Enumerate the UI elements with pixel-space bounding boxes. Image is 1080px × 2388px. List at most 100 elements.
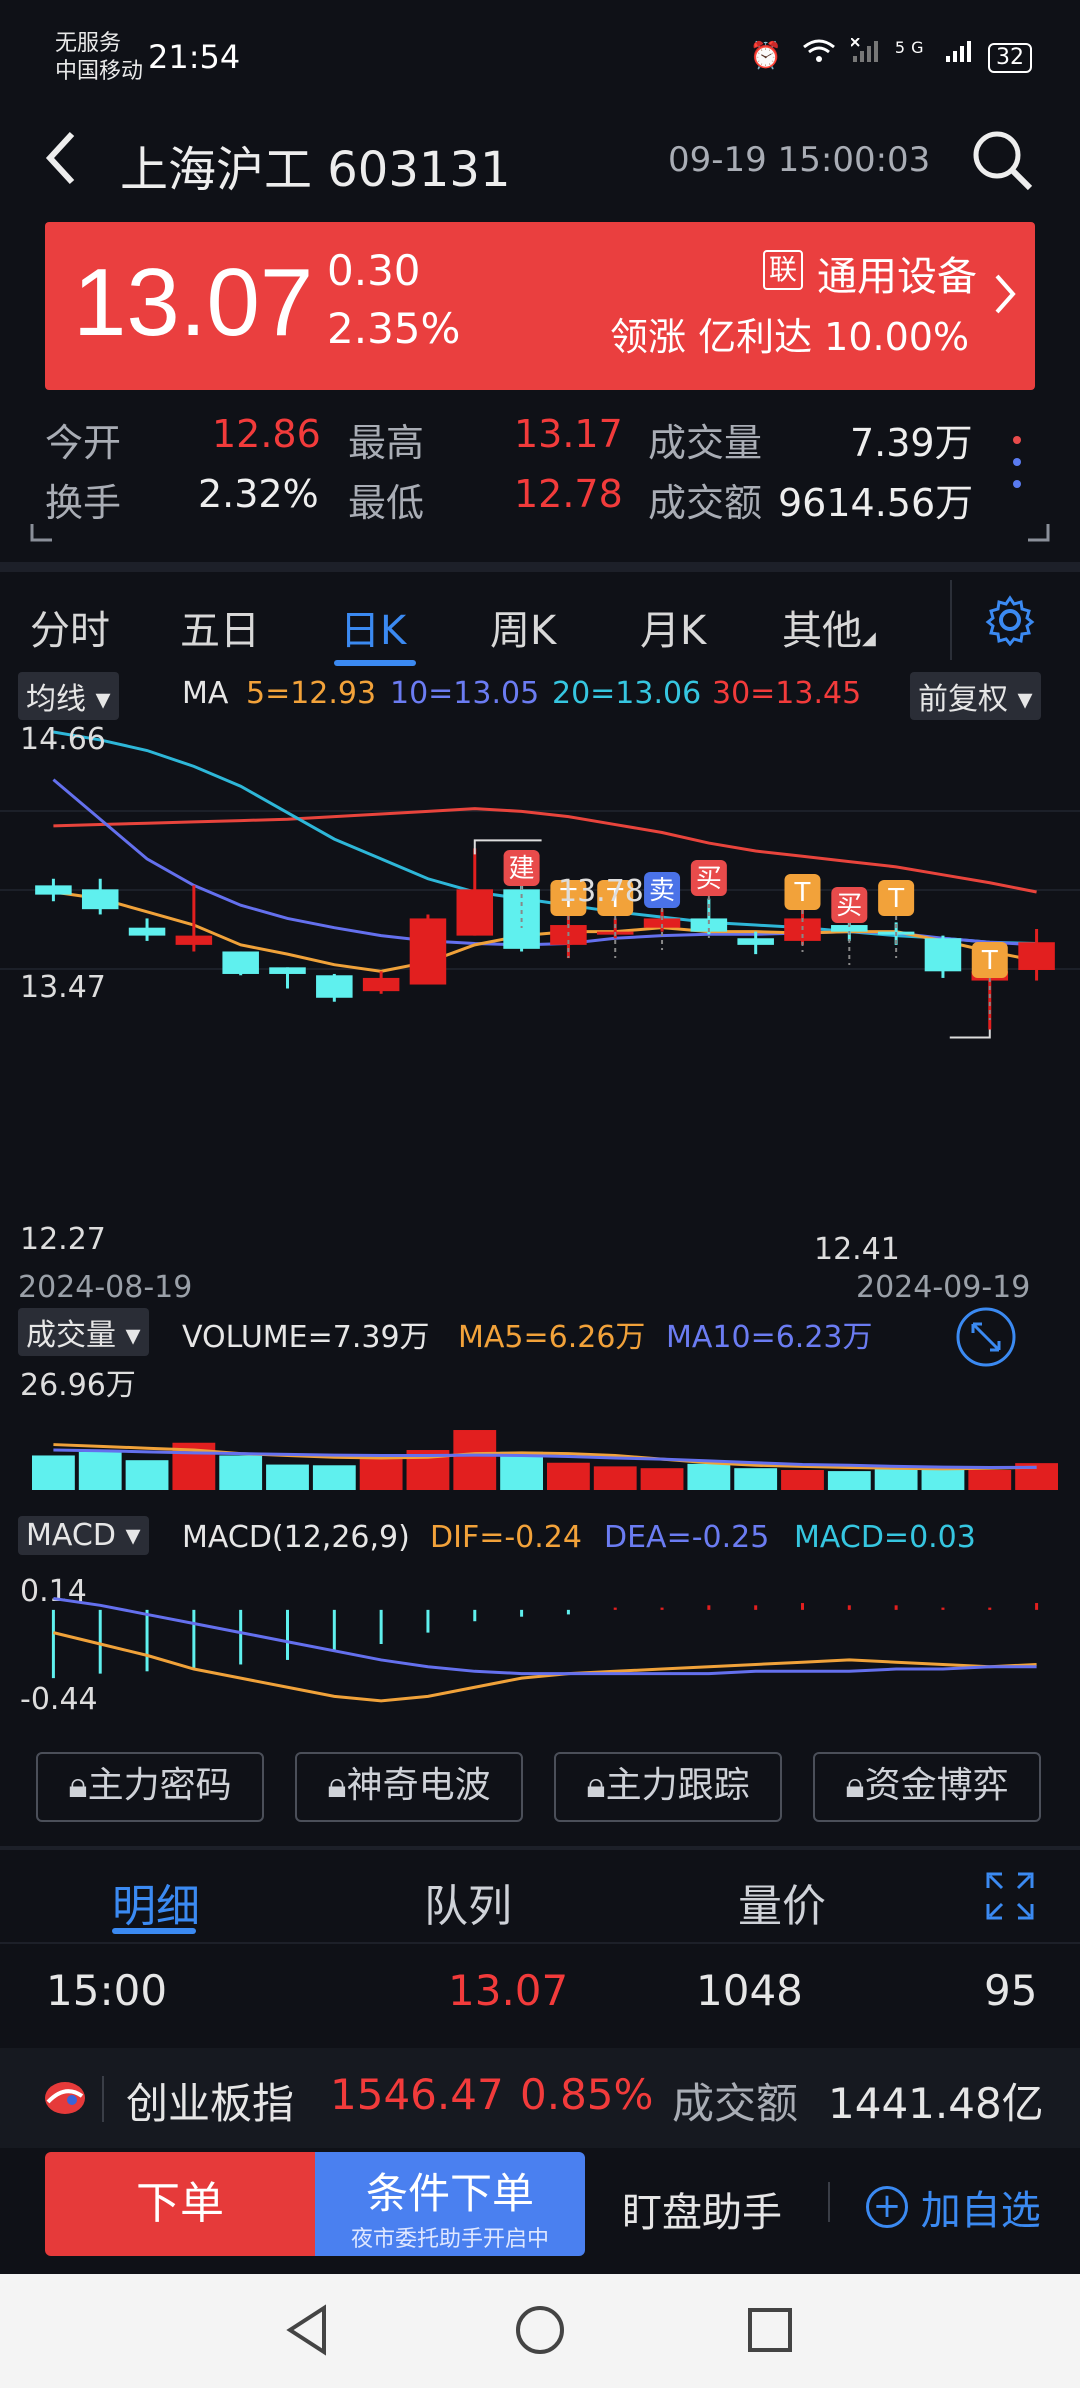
index-name: 创业板指 [126, 2079, 295, 2128]
back-button[interactable] [40, 126, 100, 206]
volume-bar [312, 1465, 356, 1490]
search-button[interactable] [970, 128, 1040, 208]
divider [950, 580, 952, 660]
volume-bar [874, 1468, 918, 1490]
signal-5g-icon: 5G [894, 38, 930, 57]
trough-pointer [949, 1029, 991, 1039]
system-nav-bar [0, 2274, 1080, 2388]
header: 上海沪工 603131 09-19 15:00:03 [0, 120, 1080, 220]
tab-daily-k[interactable]: 日K [340, 598, 406, 656]
clock: 21:54 [148, 38, 241, 76]
tab-intraday[interactable]: 分时 [30, 598, 110, 656]
chevron-down-icon: ▾ [1017, 682, 1033, 717]
trade-volume: 1048 [696, 1966, 803, 2015]
settings-button[interactable] [984, 594, 1036, 650]
status-bar: 无服务 中国移动 21:54 ⏰ 5G 32 [0, 0, 1080, 120]
triangle-back-icon [286, 2304, 326, 2356]
fullscreen-toggle[interactable] [955, 1306, 1017, 1372]
volume-ma10: MA10=6.23万 [666, 1320, 873, 1355]
y-axis-low: 12.27 [20, 1222, 106, 1257]
nav-back-button[interactable] [284, 2304, 332, 2360]
volume-chart[interactable] [0, 1392, 1080, 1492]
alarm-icon: ⏰ [749, 41, 789, 71]
candle-body [362, 977, 400, 992]
ma-dropdown[interactable]: 均线 ▾ [18, 672, 119, 720]
candle-body [128, 927, 166, 936]
chevron-down-icon: ▾ [125, 1318, 141, 1353]
volume-value: 7.39万 [850, 421, 973, 465]
index-ticker-bar[interactable]: 创业板指 1546.47 0.85% 成交额 1441.48亿 [0, 2048, 1080, 2148]
tab-detail[interactable]: 明细 [112, 1870, 200, 1934]
signal-marker-text: 买 [836, 891, 862, 921]
tab-volume-price[interactable]: 量价 [738, 1870, 826, 1934]
plus-circle-icon: + [866, 2186, 908, 2228]
volume-bar [453, 1430, 497, 1490]
volume-bar [593, 1466, 637, 1490]
volume-bar [219, 1455, 263, 1490]
signal-marker-text: T [887, 884, 904, 914]
ma5-value: 5=12.93 [246, 676, 377, 711]
ma20-value: 20=13.06 [552, 676, 702, 711]
fullscreen-button[interactable] [986, 1872, 1034, 1924]
trough-label: 12.41 [814, 1232, 900, 1267]
candle-body [222, 951, 259, 974]
macd-chart[interactable] [0, 1570, 1080, 1720]
volume-bar [921, 1468, 965, 1490]
period-tabs: 分时 五日 日K 周K 月K 其他◢ [0, 580, 1080, 670]
candle-body [1018, 942, 1055, 970]
lock-button-magic-wave[interactable]: 🔒︎神奇电波 [295, 1752, 523, 1822]
wifi-icon [802, 39, 850, 71]
candle-body [409, 918, 447, 985]
conditional-order-button[interactable]: 条件下单 夜市委托助手开启中 [315, 2152, 585, 2256]
carrier-text: 无服务 中国移动 [55, 31, 144, 84]
expand-corners[interactable] [30, 524, 1050, 544]
order-button[interactable]: 下单 [45, 2152, 315, 2256]
volume-bar [547, 1462, 590, 1490]
tab-five-day[interactable]: 五日 [180, 598, 260, 656]
y-axis-high: 14.66 [20, 722, 106, 757]
last-price: 13.07 [73, 249, 314, 356]
nav-recents-button[interactable] [746, 2306, 794, 2358]
index-amount-label: 成交额 [672, 2079, 799, 2128]
macd-dropdown[interactable]: MACD ▾ [18, 1516, 149, 1555]
high-value: 13.17 [514, 412, 623, 456]
volume-ma5: MA5=6.26万 [458, 1320, 646, 1355]
divider [0, 1846, 1080, 1850]
adjust-dropdown[interactable]: 前复权 ▾ [910, 672, 1041, 720]
lock-button-main-code[interactable]: 🔒︎主力密码 [36, 1752, 264, 1822]
volume-bar [734, 1468, 778, 1490]
expand-icon [956, 1307, 1016, 1367]
date-start: 2024-08-19 [18, 1270, 193, 1305]
square-recents-icon [748, 2308, 792, 2352]
ma30-line [53, 807, 1037, 894]
signal-marker-text: 建 [509, 854, 535, 884]
candle-body [737, 938, 774, 945]
turnover-label: 换手 [45, 481, 122, 525]
more-dots-icon[interactable] [1010, 430, 1024, 498]
tab-weekly-k[interactable]: 周K [490, 598, 556, 656]
volume-bar [687, 1463, 731, 1490]
lock-button-fund-game[interactable]: 🔒︎资金博弈 [813, 1752, 1041, 1822]
tab-monthly-k[interactable]: 月K [640, 598, 706, 656]
price-banner[interactable]: 13.07 0.30 2.35% 联 通用设备 领涨 亿利达 10.00% [45, 222, 1035, 390]
ma-label: MA [182, 676, 229, 711]
nav-home-button[interactable] [514, 2304, 566, 2360]
tab-queue[interactable]: 队列 [424, 1870, 512, 1934]
candle-body [316, 975, 353, 998]
candle-body [175, 935, 213, 945]
index-amount: 1441.48亿 [828, 2079, 1044, 2128]
watch-assistant-button[interactable]: 盯盘助手 [622, 2180, 782, 2238]
peak-label: 13.78 [558, 874, 644, 909]
turnover-value: 2.32% [198, 472, 319, 516]
volume-dropdown[interactable]: 成交量 ▾ [18, 1308, 149, 1356]
ma30-value: 30=13.45 [712, 676, 862, 711]
signal-marker-text: T [981, 946, 998, 976]
macd-value: MACD=0.03 [794, 1520, 976, 1555]
tab-other[interactable]: 其他◢ [782, 598, 876, 656]
signal-bars-icon [944, 41, 988, 71]
lock-button-main-tracking[interactable]: 🔒︎主力跟踪 [554, 1752, 782, 1822]
kline-chart[interactable]: 建T T 卖买 T 买 TT [0, 720, 1080, 1060]
sector-badge: 联 [763, 250, 804, 290]
add-watchlist-button[interactable]: + 加自选 [866, 2178, 1041, 2236]
chevron-down-icon: ▾ [95, 682, 111, 717]
